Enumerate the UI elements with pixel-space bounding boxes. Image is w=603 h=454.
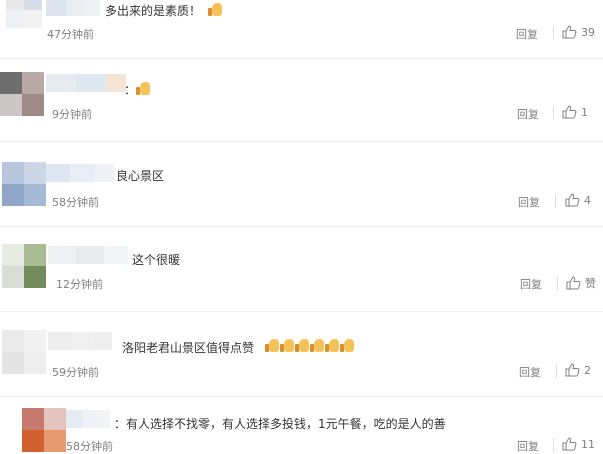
- comment-item: ： 9分钟前 回复 1: [0, 70, 603, 126]
- like-count: 2: [584, 363, 591, 377]
- like-count: 赞: [585, 277, 596, 290]
- like-count: 4: [584, 193, 591, 207]
- avatar-pixel: [22, 408, 44, 430]
- thumbs-up-emoji-icon: [136, 82, 150, 95]
- like-count: 39: [581, 25, 595, 39]
- avatar-pixel: [2, 162, 24, 184]
- comment-text: ：有人选择不找零，有人选择多投钱，1元午餐，吃的是人的善: [114, 417, 446, 431]
- avatar-pixel: [0, 72, 22, 94]
- username-blurred[interactable]: [46, 74, 126, 92]
- comment-item: 洛阳老君山景区值得点赞 59分钟前 回复 2: [0, 326, 603, 382]
- username-blurred[interactable]: [66, 410, 110, 428]
- avatar-pixel: [2, 330, 24, 352]
- avatar-pixel: [24, 0, 42, 10]
- comment-text: 良心景区: [116, 169, 165, 183]
- reply-button[interactable]: 回复: [517, 438, 539, 454]
- comment-item: 良心景区 58分钟前 回复 4: [0, 156, 603, 212]
- avatar[interactable]: [22, 408, 66, 452]
- reply-button[interactable]: 回复: [516, 26, 538, 42]
- thumbs-up-emoji-icon: [340, 339, 354, 352]
- username-blurred[interactable]: [46, 164, 114, 182]
- avatar-pixel: [2, 266, 24, 288]
- thumbs-up-outline-icon: [562, 105, 577, 119]
- like-button[interactable]: 4: [565, 193, 591, 207]
- avatar[interactable]: [0, 72, 44, 116]
- thumbs-up-emoji-icon: [280, 339, 294, 352]
- avatar-pixel: [24, 266, 46, 288]
- comment-item: ：有人选择不找零，有人选择多投钱，1元午餐，吃的是人的善 58分钟前 回复 11: [0, 404, 603, 453]
- comment-time: 12分钟前: [56, 278, 103, 291]
- thumbs-up-emoji-icon: [310, 339, 324, 352]
- divider: [0, 226, 603, 227]
- comment-item: 这个很暖 12分钟前 回复 赞: [0, 240, 603, 296]
- reply-button[interactable]: 回复: [517, 106, 539, 122]
- thumbs-up-outline-icon: [566, 276, 581, 290]
- avatar[interactable]: [2, 244, 46, 288]
- like-count: 1: [581, 105, 588, 119]
- avatar-pixel: [2, 244, 24, 266]
- divider: [0, 396, 603, 397]
- comment-time: 58分钟前: [52, 196, 99, 209]
- thumbs-up-outline-icon: [562, 25, 577, 39]
- emoji-row: [136, 82, 150, 95]
- avatar-pixel: [22, 72, 44, 94]
- avatar-pixel: [24, 330, 46, 352]
- emoji-row: [208, 3, 222, 16]
- like-button[interactable]: 39: [562, 25, 595, 39]
- divider: [0, 58, 603, 59]
- comment-text: 这个很暖: [132, 253, 181, 267]
- action-divider: [557, 276, 558, 290]
- thumbs-up-outline-icon: [565, 363, 580, 377]
- username-blurred[interactable]: [46, 0, 100, 16]
- comment-text: 多出来的是素质！: [105, 4, 202, 18]
- avatar-pixel: [6, 0, 24, 10]
- username-blurred[interactable]: [48, 246, 128, 264]
- comment-time: 9分钟前: [52, 108, 92, 121]
- username-blurred[interactable]: [48, 332, 112, 350]
- comment-time: 59分钟前: [52, 366, 99, 379]
- action-divider: [556, 364, 557, 378]
- divider: [0, 141, 603, 142]
- reply-button[interactable]: 回复: [518, 194, 540, 210]
- reply-button[interactable]: 回复: [520, 276, 542, 292]
- action-divider: [553, 438, 554, 452]
- avatar-pixel: [24, 352, 46, 374]
- avatar-pixel: [22, 94, 44, 116]
- reply-button[interactable]: 回复: [519, 364, 541, 380]
- thumbs-up-emoji-icon: [265, 339, 279, 352]
- like-button[interactable]: 2: [565, 363, 591, 377]
- avatar-pixel: [0, 94, 22, 116]
- action-divider: [553, 26, 554, 40]
- emoji-row: [265, 339, 354, 352]
- comment-time: 58分钟前: [66, 440, 113, 453]
- action-divider: [555, 194, 556, 208]
- avatar-pixel: [24, 10, 42, 28]
- comment-time: 47分钟前: [47, 28, 94, 41]
- avatar-pixel: [24, 162, 46, 184]
- avatar-pixel: [2, 352, 24, 374]
- thumbs-up-emoji-icon: [208, 3, 222, 16]
- avatar-pixel: [44, 408, 66, 430]
- avatar[interactable]: [2, 162, 46, 206]
- avatar-pixel: [24, 184, 46, 206]
- thumbs-up-emoji-icon: [325, 339, 339, 352]
- thumbs-up-emoji-icon: [295, 339, 309, 352]
- like-button[interactable]: 1: [562, 105, 588, 119]
- avatar-pixel: [24, 244, 46, 266]
- divider: [0, 311, 603, 312]
- action-divider: [553, 106, 554, 120]
- comment-text: ：: [124, 83, 137, 97]
- thumbs-up-outline-icon: [565, 193, 580, 207]
- comment-item: 多出来的是素质！ 47分钟前 回复 39: [0, 0, 603, 44]
- avatar[interactable]: [6, 0, 42, 28]
- avatar-pixel: [6, 10, 24, 28]
- avatar[interactable]: [2, 330, 46, 374]
- like-button[interactable]: 赞: [566, 275, 596, 291]
- avatar-pixel: [2, 184, 24, 206]
- comment-text: 洛阳老君山景区值得点赞: [122, 341, 255, 355]
